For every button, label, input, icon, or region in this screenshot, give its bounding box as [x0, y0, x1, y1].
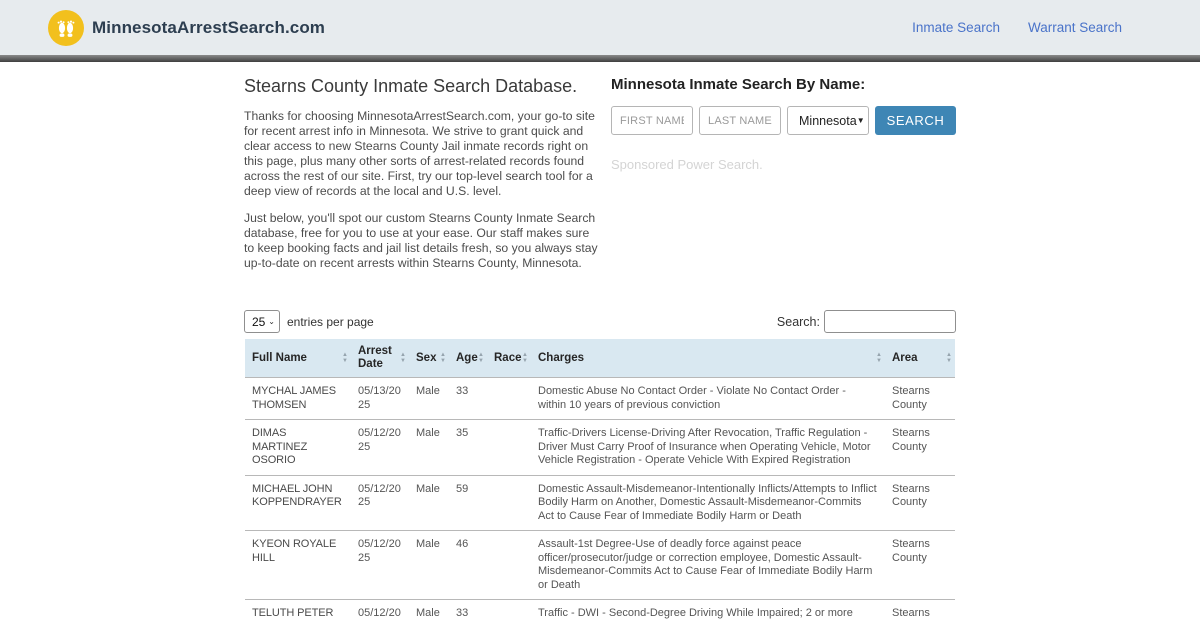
- cell-age: 59: [456, 482, 469, 495]
- cell-age: 33: [456, 607, 469, 619]
- inmate-table: Full Name ▲ ▼ Arrest Date ▲ ▼ Sex ▲ ▼ Age ▲ ▼ Race ▲ ▼…: [245, 339, 955, 620]
- cell-charges: Traffic-Drivers License-Driving After Re…: [538, 427, 871, 466]
- entries-per-page-select[interactable]: 25 ⌄: [244, 310, 280, 333]
- table-row: MYCHAL JAMES THOMSEN 05/13/2025 Male 33 Dome…: [245, 377, 955, 420]
- cell-full_name: TELUTH PETER THUOK: [252, 607, 334, 619]
- cell-race: [487, 531, 531, 600]
- cell-area: Stearns County: [892, 427, 930, 453]
- page-title: Stearns County Inmate Search Database.: [244, 76, 578, 96]
- cell-race: [487, 600, 531, 620]
- cell-sex: Male: [416, 482, 440, 495]
- cell-full_name: KYEON ROYALE HILL: [252, 538, 337, 564]
- column-header-label: Sex: [416, 351, 437, 364]
- brand-name: MinnesotaArrestSearch.com: [92, 17, 326, 37]
- cell-race: [487, 475, 531, 531]
- cell-area: Stearns County: [892, 482, 930, 509]
- column-header-label: Area: [892, 351, 918, 364]
- cell-charges: Domestic Assault-Misdemeanor-Intentional…: [538, 482, 877, 522]
- table-row: MICHAEL JOHN KOPPENDRAYER 05/12/2025 Male 5…: [245, 475, 955, 531]
- cell-sex: Male: [416, 538, 440, 550]
- cell-race: [487, 420, 531, 476]
- top-nav: Inmate Search Warrant Search: [912, 20, 1122, 35]
- cell-charges: Domestic Abuse No Contact Order - Violat…: [538, 385, 846, 411]
- cell-age: 35: [456, 427, 469, 439]
- inmate-table-body: MYCHAL JAMES THOMSEN 05/13/2025 Male 33 Dome…: [245, 377, 955, 620]
- cell-full_name: MICHAEL JOHN KOPPENDRAYER: [252, 482, 342, 509]
- search-button[interactable]: SEARCH: [875, 106, 956, 135]
- intro-paragraph-1: Thanks for choosing MinnesotaArrestSearc…: [244, 109, 595, 198]
- cell-area: Stearns County: [892, 385, 930, 411]
- state-select[interactable]: Minnesota ▼: [787, 106, 869, 135]
- table-row: TELUTH PETER THUOK 05/12/2025 Male 33 Traffi…: [245, 599, 955, 620]
- cell-age: 33: [456, 385, 469, 397]
- column-header-label: Race: [494, 351, 522, 364]
- state-select-value: Minnesota: [799, 113, 857, 128]
- cell-area: Stearns County: [892, 607, 930, 619]
- table-row: KYEON ROYALE HILL 05/12/2025 Male 46 Assault…: [245, 530, 955, 600]
- intro-paragraph-2: Just below, you'll spot our custom Stear…: [244, 211, 598, 270]
- column-header-label: Charges: [538, 351, 585, 364]
- cell-charges: Traffic - DWI - Second-Degree Driving Wh…: [538, 607, 853, 619]
- cell-full_name: MYCHAL JAMES THOMSEN: [252, 385, 336, 411]
- cell-arrest_date: 05/13/2025: [358, 385, 401, 411]
- cell-arrest_date: 05/12/2025: [358, 482, 401, 509]
- nav-warrant-search-link[interactable]: Warrant Search: [1028, 20, 1122, 35]
- site-header: MinnesotaArrestSearch.com Inmate Search …: [0, 0, 1200, 55]
- cell-arrest_date: 05/12/2025: [358, 538, 401, 564]
- column-header-area[interactable]: Area ▲ ▼: [885, 339, 955, 378]
- header-divider-bar: [0, 55, 1200, 62]
- sort-arrows-icon[interactable]: ▲ ▼: [342, 352, 348, 364]
- entries-per-page-label: entries per page: [287, 314, 374, 329]
- sort-arrows-icon[interactable]: ▲ ▼: [522, 352, 528, 364]
- search-panel-heading: Minnesota Inmate Search By Name:: [611, 76, 866, 93]
- column-header-sex[interactable]: Sex ▲ ▼: [409, 339, 449, 378]
- cell-arrest_date: 05/12/2025: [358, 427, 401, 453]
- column-header-label: Full Name: [252, 351, 307, 364]
- table-header-row: Full Name ▲ ▼ Arrest Date ▲ ▼ Sex ▲ ▼ Age ▲ ▼ Race ▲ ▼…: [245, 339, 955, 378]
- inmate-search-panel: Minnesota Inmate Search By Name: Minneso…: [607, 72, 956, 283]
- table-row: DIMAS MARTINEZ OSORIO 05/12/2025 Male 35 Tra…: [245, 419, 955, 476]
- sort-arrows-icon[interactable]: ▲ ▼: [400, 352, 406, 364]
- cell-age: 46: [456, 538, 469, 550]
- table-controls: 25 ⌄ entries per page Search:: [244, 310, 956, 333]
- column-header-label: Arrest Date: [358, 345, 392, 370]
- inmate-search-form: Minnesota ▼ SEARCH: [611, 106, 956, 135]
- table-search-input[interactable]: [824, 310, 956, 333]
- sort-arrows-icon[interactable]: ▲ ▼: [876, 352, 882, 364]
- column-header-full_name[interactable]: Full Name ▲ ▼: [245, 339, 351, 378]
- cell-arrest_date: 05/12/2025: [358, 607, 401, 619]
- chevron-down-icon: ⌄: [268, 317, 275, 326]
- cell-charges: Assault-1st Degree-Use of deadly force a…: [538, 538, 873, 591]
- brand-home-link[interactable]: MinnesotaArrestSearch.com: [48, 9, 326, 46]
- cell-area: Stearns County: [892, 538, 930, 564]
- sponsored-note: Sponsored Power Search.: [611, 157, 763, 172]
- column-header-arrest_date[interactable]: Arrest Date ▲ ▼: [351, 339, 409, 378]
- cell-full_name: DIMAS MARTINEZ OSORIO: [252, 427, 308, 466]
- sort-arrows-icon[interactable]: ▲ ▼: [478, 352, 484, 364]
- cell-sex: Male: [416, 607, 440, 619]
- table-search-label: Search:: [776, 314, 820, 329]
- column-header-race[interactable]: Race ▲ ▼: [487, 339, 531, 378]
- sort-arrows-icon[interactable]: ▲ ▼: [946, 352, 952, 364]
- first-name-input[interactable]: [611, 106, 693, 135]
- nav-inmate-search-link[interactable]: Inmate Search: [912, 20, 1000, 35]
- entries-per-page-value: 25: [252, 314, 266, 329]
- cell-sex: Male: [416, 385, 440, 397]
- column-header-age[interactable]: Age ▲ ▼: [449, 339, 487, 378]
- footprints-logo-icon: [48, 9, 84, 46]
- chevron-down-icon: ▼: [856, 116, 865, 125]
- last-name-input[interactable]: [699, 106, 781, 135]
- sort-arrows-icon[interactable]: ▲ ▼: [440, 352, 446, 364]
- cell-race: [487, 378, 531, 420]
- cell-sex: Male: [416, 427, 440, 439]
- column-header-charges[interactable]: Charges ▲ ▼: [531, 339, 885, 378]
- column-header-label: Age: [456, 351, 478, 364]
